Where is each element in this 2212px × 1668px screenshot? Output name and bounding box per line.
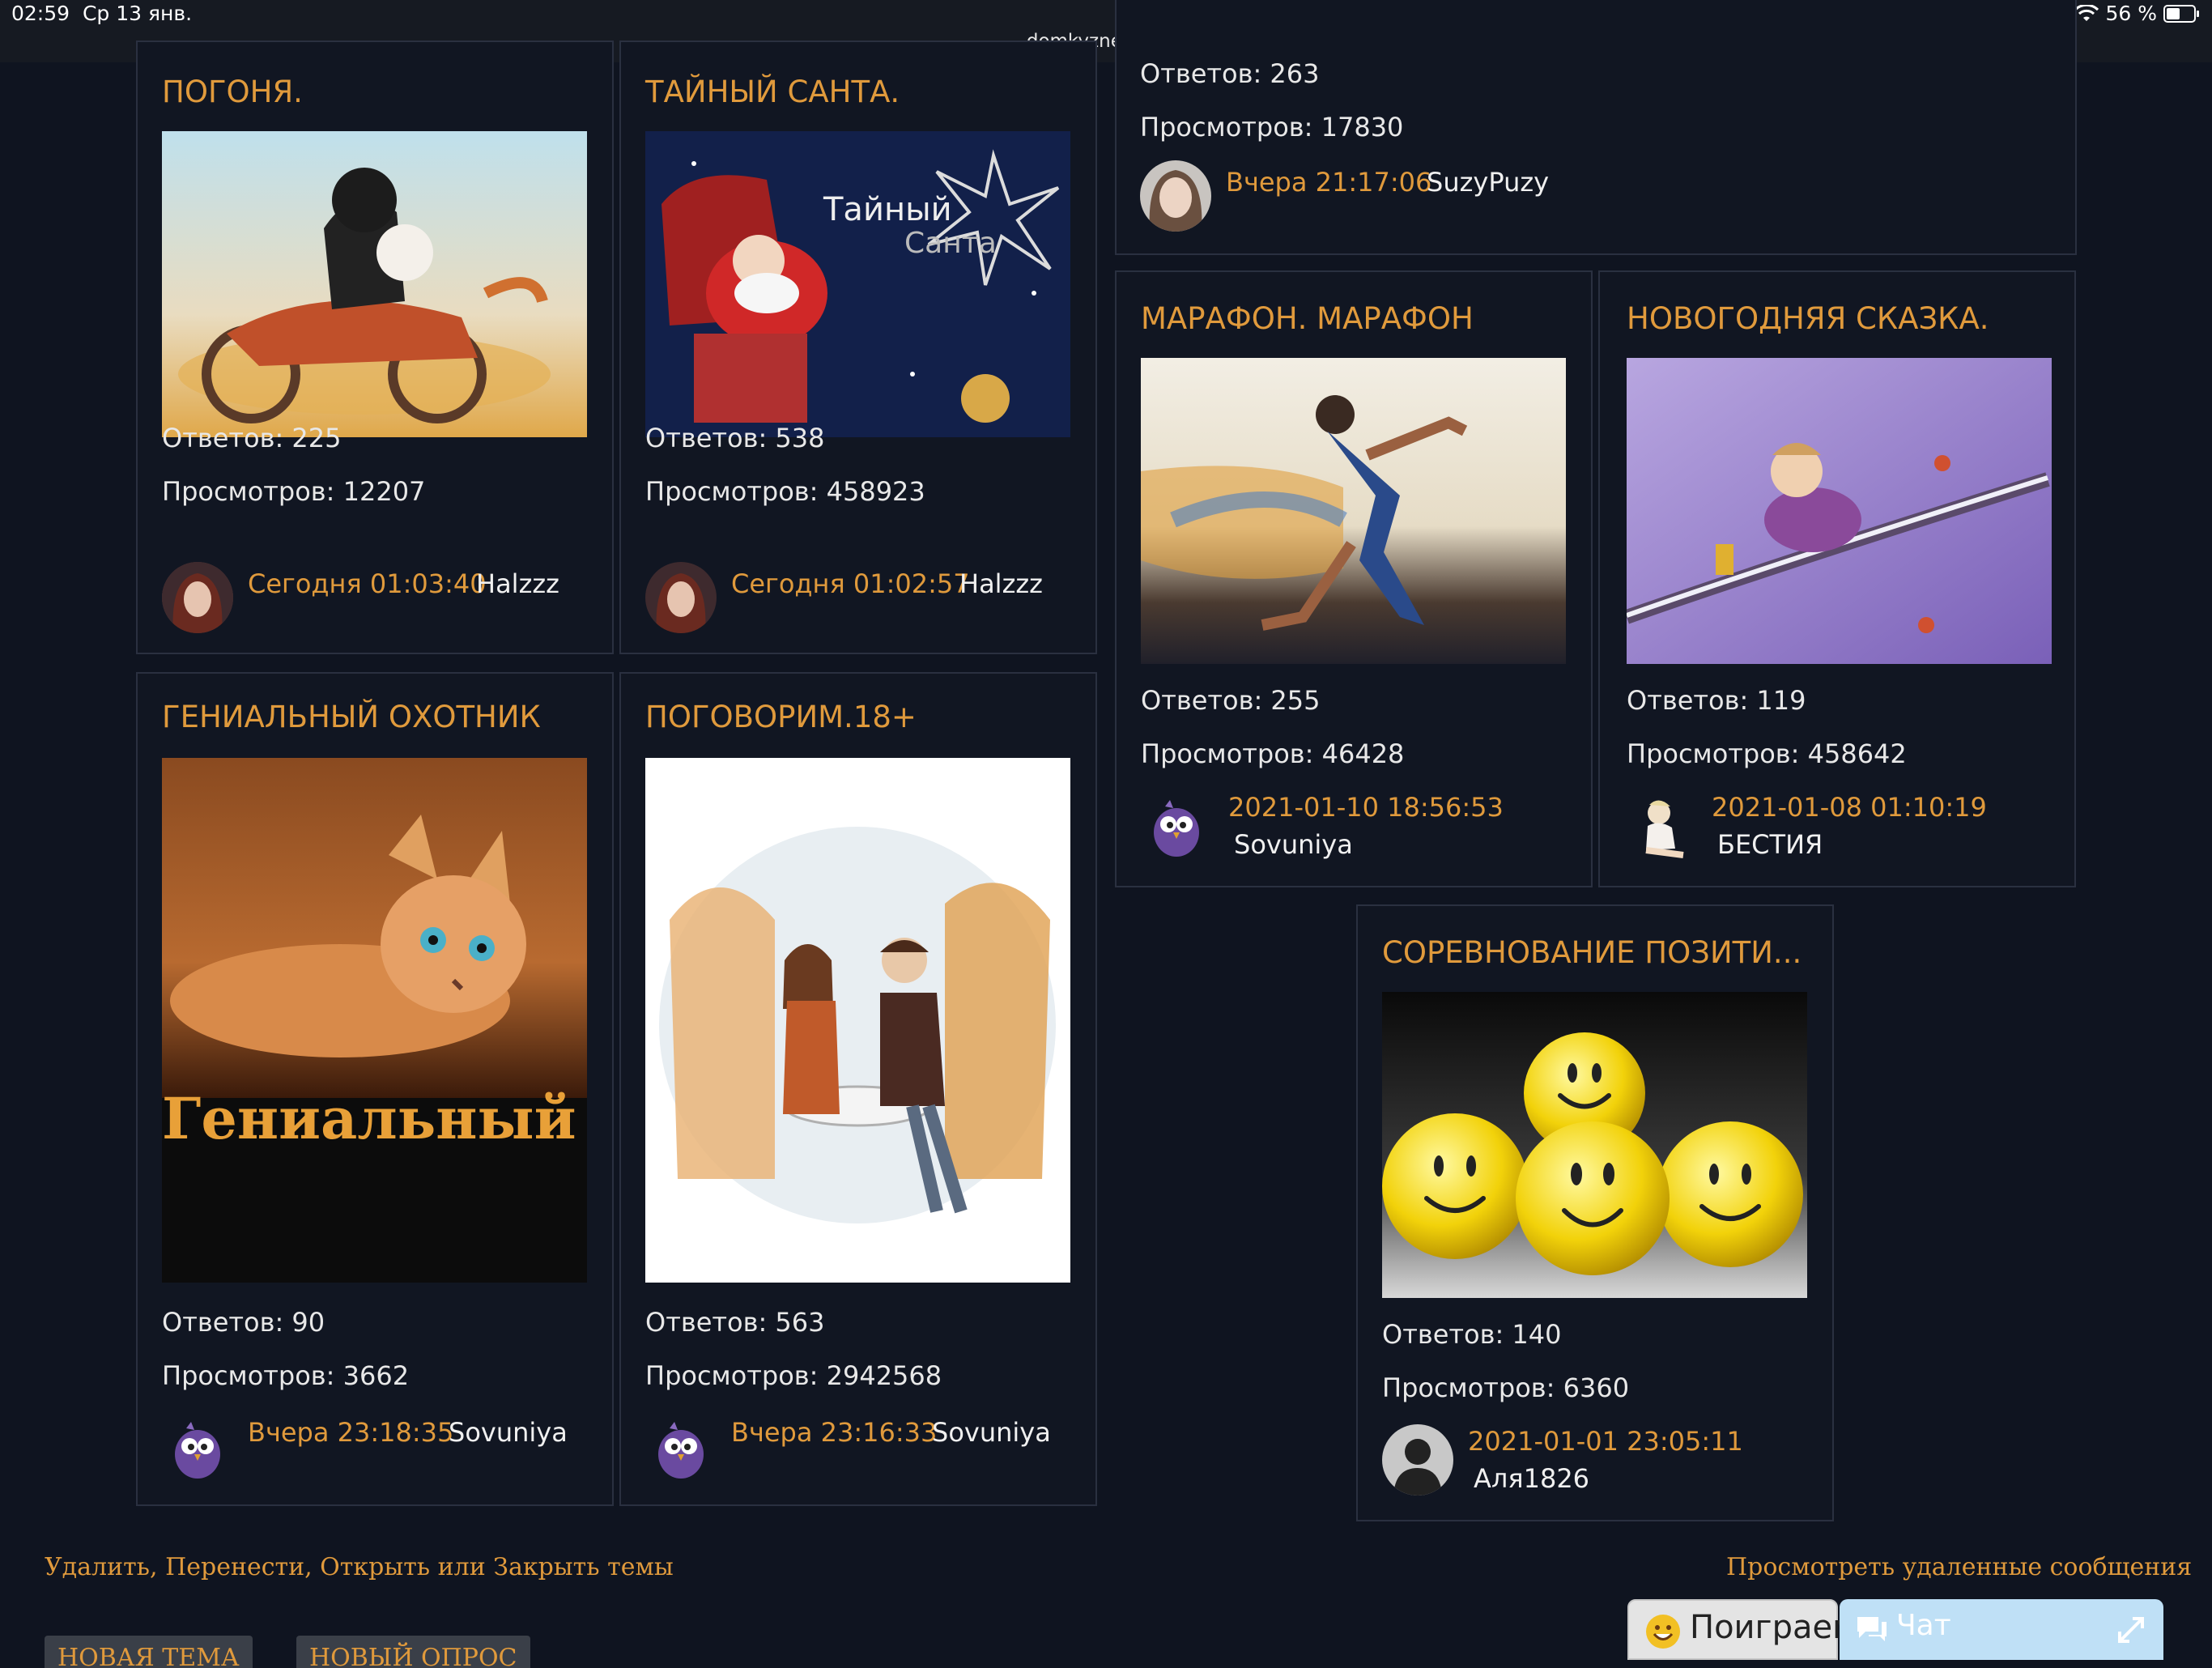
chat-icon: [1857, 1617, 1887, 1641]
last-post-date[interactable]: 2021-01-01 23:05:11: [1468, 1426, 1743, 1457]
topic-title[interactable]: СОРЕВНОВАНИЕ ПОЗИТИ...: [1382, 935, 1802, 970]
new-poll-button[interactable]: НОВЫЙ ОПРОС: [296, 1636, 530, 1668]
girl-avatar-icon[interactable]: [162, 562, 233, 633]
topic-image[interactable]: [1382, 992, 1807, 1298]
topic-card-talk[interactable]: ПОГОВОРИМ.18+ Ответов: 563 Просмотров: 294…: [619, 672, 1097, 1506]
last-post-date[interactable]: Вчера 23:16:33: [731, 1417, 937, 1448]
topic-title[interactable]: ПОГОВОРИМ.18+: [645, 700, 917, 734]
girl-avatar-icon[interactable]: [645, 562, 717, 633]
new-topic-button[interactable]: НОВАЯ ТЕМА: [45, 1636, 253, 1668]
status-right: 56 %: [2074, 2, 2199, 25]
hunter-image-text: Гениальный: [162, 1085, 576, 1152]
views-stat: Просмотров: 458642: [1627, 738, 1907, 769]
last-post-user[interactable]: Halzzz: [476, 568, 559, 599]
expand-icon[interactable]: [2115, 1614, 2147, 1646]
last-post-date[interactable]: 2021-01-10 18:56:53: [1228, 792, 1504, 823]
status-date: Ср 13 янв.: [82, 2, 193, 25]
smile-icon: [1646, 1615, 1680, 1649]
last-post-user[interactable]: SuzyPuzy: [1427, 167, 1549, 198]
last-post-date[interactable]: 2021-01-08 01:10:19: [1712, 792, 1987, 823]
replies-stat: Ответов: 255: [1141, 685, 1321, 716]
views-stat: Просмотров: 17830: [1140, 112, 1404, 143]
last-post-date[interactable]: Сегодня 01:03:40: [248, 568, 487, 599]
views-stat: Просмотров: 6360: [1382, 1372, 1630, 1403]
battery-percent: 56 %: [2105, 2, 2157, 25]
topic-card-santa[interactable]: ТАЙНЫЙ САНТА. Тайный Санта Ответов: 538 П…: [619, 40, 1097, 654]
topic-image[interactable]: [162, 131, 587, 437]
woman-avatar-icon[interactable]: [1140, 160, 1211, 232]
views-stat: Просмотров: 3662: [162, 1360, 410, 1391]
views-stat: Просмотров: 12207: [162, 476, 426, 507]
topic-title[interactable]: ГЕНИАЛЬНЫЙ ОХОТНИК: [162, 700, 541, 734]
topic-title[interactable]: НОВОГОДНЯЯ СКАЗКА.: [1627, 301, 1989, 336]
topic-card-hunter[interactable]: ГЕНИАЛЬНЫЙ ОХОТНИК Гениальный Ответов: 90…: [136, 672, 614, 1506]
last-post-user[interactable]: Halzzz: [959, 568, 1043, 599]
last-post-user[interactable]: Sovuniya: [449, 1417, 568, 1448]
topic-image[interactable]: [1141, 358, 1566, 664]
topic-card-top[interactable]: Ответов: 263 Просмотров: 17830 Вчера 21:17…: [1115, 0, 2077, 255]
replies-stat: Ответов: 119: [1627, 685, 1806, 716]
chat-label: Чат: [1896, 1609, 1951, 1642]
replies-stat: Ответов: 263: [1140, 58, 1320, 89]
views-stat: Просмотров: 458923: [645, 476, 925, 507]
wifi-icon: [2074, 4, 2099, 21]
santa-image-text-1: Тайный: [823, 191, 952, 228]
play-label: Поиграем: [1690, 1609, 1857, 1646]
owl-avatar-icon[interactable]: [645, 1412, 717, 1483]
last-post-date[interactable]: Вчера 21:17:06: [1226, 167, 1431, 198]
view-deleted-messages-link[interactable]: Просмотреть удаленные сообщения: [1726, 1553, 2192, 1581]
topic-card-marathon[interactable]: МАРАФОН. МАРАФОН Ответов: 255 Просмотров:…: [1115, 270, 1593, 887]
topic-image[interactable]: Тайный Санта: [645, 131, 1070, 437]
topic-card-skazka[interactable]: НОВОГОДНЯЯ СКАЗКА. Ответов: 119 Просмотро…: [1598, 270, 2076, 887]
replies-stat: Ответов: 563: [645, 1307, 825, 1338]
pinup-avatar-icon[interactable]: [1627, 790, 1698, 862]
last-post-user[interactable]: Sovuniya: [932, 1417, 1051, 1448]
replies-stat: Ответов: 140: [1382, 1319, 1562, 1350]
status-time: 02:59 Ср 13 янв.: [11, 2, 193, 25]
topic-image[interactable]: [1627, 358, 2052, 664]
default-user-icon[interactable]: [1382, 1424, 1453, 1496]
topic-title[interactable]: ТАЙНЫЙ САНТА.: [645, 74, 900, 109]
chat-button[interactable]: Чат: [1840, 1599, 2163, 1660]
last-post-user[interactable]: БЕСТИЯ: [1717, 829, 1823, 860]
replies-stat: Ответов: 538: [645, 423, 825, 453]
topic-title[interactable]: ПОГОНЯ.: [162, 74, 303, 109]
replies-stat: Ответов: 90: [162, 1307, 325, 1338]
battery-icon: [2163, 4, 2199, 23]
owl-avatar-icon[interactable]: [1141, 790, 1212, 862]
views-stat: Просмотров: 2942568: [645, 1360, 942, 1391]
moderate-topics-link[interactable]: Удалить, Перенести, Открыть или Закрыть …: [45, 1553, 674, 1581]
topic-title[interactable]: МАРАФОН. МАРАФОН: [1141, 301, 1474, 336]
views-stat: Просмотров: 46428: [1141, 738, 1405, 769]
topic-card-positive[interactable]: СОРЕВНОВАНИЕ ПОЗИТИ... Ответов: 140 Прос…: [1356, 904, 1834, 1521]
owl-avatar-icon[interactable]: [162, 1412, 233, 1483]
topic-image[interactable]: Гениальный: [162, 758, 587, 1283]
last-post-user[interactable]: Sovuniya: [1234, 829, 1353, 860]
topic-card-pogonya[interactable]: ПОГОНЯ. Ответов: 225 Просмотров: 12207 Сег…: [136, 40, 614, 654]
play-button[interactable]: Поиграем: [1627, 1599, 1857, 1660]
topic-image[interactable]: [645, 758, 1070, 1283]
santa-image-text-2: Санта: [904, 227, 997, 260]
last-post-date[interactable]: Вчера 23:18:35: [248, 1417, 453, 1448]
last-post-user[interactable]: Аля1826: [1474, 1463, 1589, 1494]
last-post-date[interactable]: Сегодня 01:02:57: [731, 568, 970, 599]
replies-stat: Ответов: 225: [162, 423, 342, 453]
